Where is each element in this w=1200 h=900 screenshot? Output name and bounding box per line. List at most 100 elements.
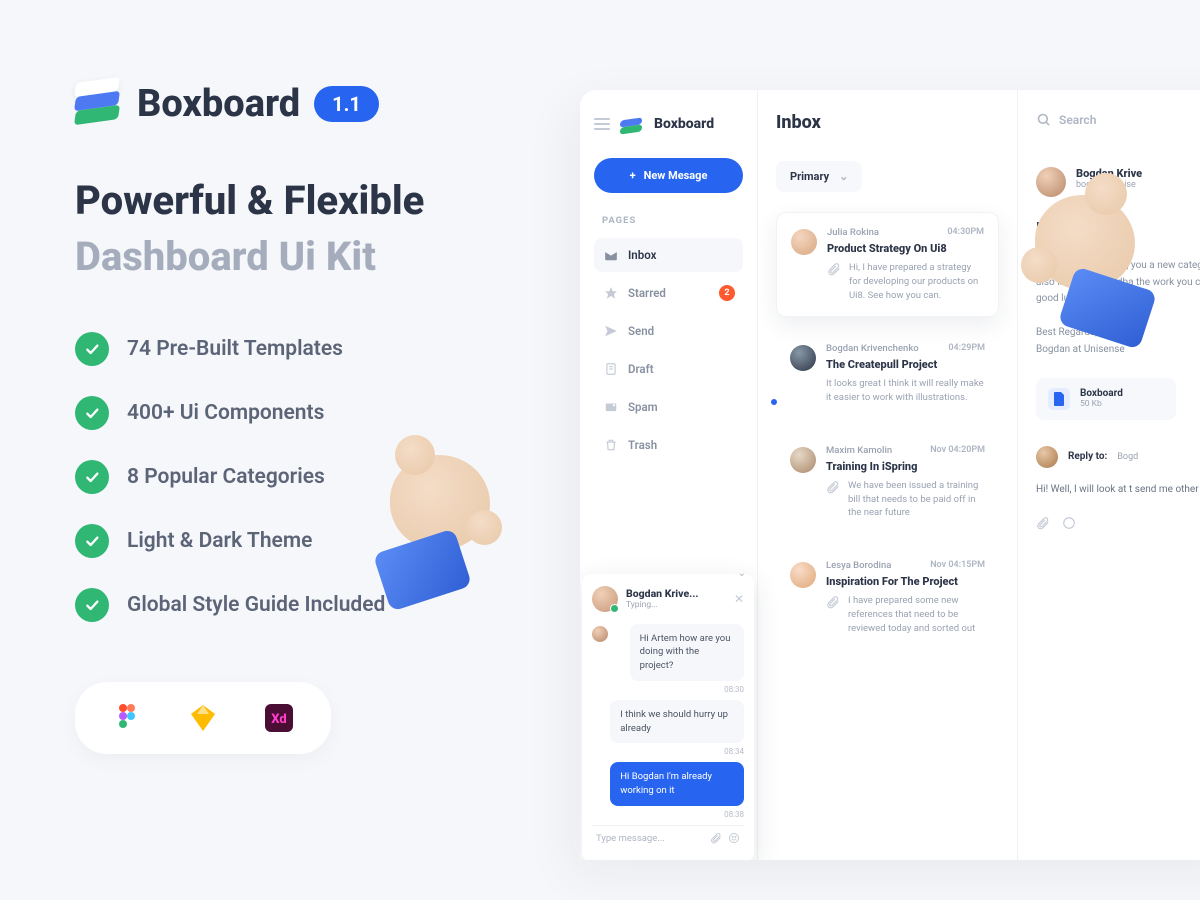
feature-label: 74 Pre-Built Templates xyxy=(127,337,343,361)
feature-item: 74 Pre-Built Templates xyxy=(75,332,555,366)
sidebar-item-spam[interactable]: Spam xyxy=(594,390,743,424)
feature-label: 400+ Ui Components xyxy=(127,401,324,425)
sketch-icon xyxy=(189,704,217,732)
chat-time: 08:38 xyxy=(592,810,744,819)
mail-time: 04:29PM xyxy=(948,343,985,354)
feature-item: 400+ Ui Components xyxy=(75,396,555,430)
svg-text:Xd: Xd xyxy=(271,712,286,727)
avatar xyxy=(791,229,817,255)
headline: Powerful & Flexible xyxy=(75,176,555,226)
mail-list: Inbox Primary ⌄ Julia Rokina 04:30PM Pro… xyxy=(758,90,1018,860)
avatar xyxy=(1036,446,1058,468)
mail-sender: Julia Rokina xyxy=(827,227,879,238)
reply-to: Bogd xyxy=(1117,452,1138,462)
mail-preview: It looks great I think it will really ma… xyxy=(826,377,985,405)
mail-preview: We have been issued a training bill that… xyxy=(848,479,985,520)
chat-input[interactable]: Type message... xyxy=(592,825,744,850)
attachment-size: 50 Kb xyxy=(1080,399,1123,409)
chevron-down-icon[interactable]: ⌄ xyxy=(738,568,746,579)
avatar xyxy=(790,447,816,473)
inbox-title: Inbox xyxy=(776,112,821,133)
sidebar-brand: Boxboard xyxy=(654,116,714,132)
brand-name: Boxboard xyxy=(137,82,300,126)
plus-icon: + xyxy=(630,169,636,182)
trash-icon xyxy=(604,438,618,452)
feature-label: Light & Dark Theme xyxy=(127,529,312,553)
mail-time: Nov 04:15PM xyxy=(930,560,985,571)
feature-label: Global Style Guide Included xyxy=(127,593,385,617)
mail-card[interactable]: Bogdan Krivenchenko 04:29PM The Createpu… xyxy=(776,329,999,419)
search-input[interactable]: Search xyxy=(1036,112,1200,127)
brand-row: Boxboard 1.1 xyxy=(75,80,555,128)
avatar xyxy=(790,562,816,588)
feature-list: 74 Pre-Built Templates 400+ Ui Component… xyxy=(75,332,555,622)
chat-popup: ⌄ Bogdan Krive... Typing... ✕ Hi Artem h… xyxy=(582,574,754,860)
sidebar-item-inbox[interactable]: Inbox xyxy=(594,238,743,272)
emoji-icon[interactable] xyxy=(728,832,740,844)
hamburger-icon[interactable] xyxy=(594,118,610,130)
mail-card[interactable]: Julia Rokina 04:30PM Product Strategy On… xyxy=(776,212,999,317)
tools-pill: Xd xyxy=(75,682,331,754)
reply-body[interactable]: Hi! Well, I will look at t send me other… xyxy=(1036,482,1200,499)
close-icon[interactable]: ✕ xyxy=(734,592,744,606)
spam-icon xyxy=(604,400,618,414)
emoji-icon[interactable] xyxy=(1062,516,1076,530)
typing-status: Typing... xyxy=(626,600,698,610)
attachment-icon[interactable] xyxy=(1036,516,1050,530)
mail-time: 04:30PM xyxy=(947,227,984,238)
reply-label: Reply to: xyxy=(1068,451,1107,462)
mail-sender: Bogdan Krivenchenko xyxy=(826,343,919,354)
mail-subject: Product Strategy On Ui8 xyxy=(827,242,984,255)
chat-bubble: I think we should hurry up already xyxy=(610,700,744,744)
mail-card[interactable]: Lesya Borodina Nov 04:15PM Inspiration F… xyxy=(776,546,999,649)
sidebar-item-label: Inbox xyxy=(628,248,656,262)
feature-item: Global Style Guide Included xyxy=(75,588,555,622)
avatar xyxy=(790,345,816,371)
dashboard-preview: Boxboard + New Mesage PAGES Inbox Starre… xyxy=(580,90,1200,860)
folder-dropdown[interactable]: Primary ⌄ xyxy=(776,161,862,192)
draft-icon xyxy=(604,362,618,376)
version-badge: 1.1 xyxy=(314,86,379,122)
sidebar-item-label: Draft xyxy=(628,362,654,376)
mail-sender: Maxim Kamolin xyxy=(826,445,892,456)
mail-card[interactable]: Maxim Kamolin Nov 04:20PM Training In iS… xyxy=(776,431,999,534)
check-icon xyxy=(75,332,109,366)
sidebar-item-starred[interactable]: Starred 2 xyxy=(594,276,743,310)
feature-item: 8 Popular Categories xyxy=(75,460,555,494)
sidebar-item-label: Trash xyxy=(628,438,657,452)
unread-dot xyxy=(771,399,777,405)
search-placeholder: Search xyxy=(1059,113,1096,127)
mail-detail: Search Bogdan Krive bogdan@unise Da As y… xyxy=(1018,90,1200,860)
sidebar-item-draft[interactable]: Draft xyxy=(594,352,743,386)
detail-subject: Da xyxy=(1036,219,1200,240)
mail-subject: The Createpull Project xyxy=(826,358,985,371)
unread-badge: 2 xyxy=(719,285,735,301)
mail-preview: Hi, I have prepared a strategy for devel… xyxy=(849,261,984,302)
mail-preview: I have prepared some new references that… xyxy=(848,594,985,635)
reply-header: Reply to: Bogd xyxy=(1036,446,1200,468)
attachment-icon xyxy=(826,480,840,494)
star-icon xyxy=(604,286,618,300)
detail-email: bogdan@unise xyxy=(1076,180,1142,190)
mail-subject: Training In iSpring xyxy=(826,460,985,473)
feature-label: 8 Popular Categories xyxy=(127,465,325,489)
chat-input-placeholder: Type message... xyxy=(596,833,704,844)
sidebar-item-label: Starred xyxy=(628,286,666,300)
attachment-name: Boxboard xyxy=(1080,388,1123,399)
attachment-icon[interactable] xyxy=(710,832,722,844)
mail-subject: Inspiration For The Project xyxy=(826,575,985,588)
attachment-box[interactable]: Boxboard 50 Kb xyxy=(1036,378,1176,420)
new-message-label: New Mesage xyxy=(644,169,708,182)
avatar xyxy=(592,586,618,612)
new-message-button[interactable]: + New Mesage xyxy=(594,158,743,193)
chat-time: 08:34 xyxy=(592,747,744,756)
signoff-line: Best Regards, xyxy=(1036,324,1200,341)
sidebar-item-trash[interactable]: Trash xyxy=(594,428,743,462)
avatar xyxy=(1036,167,1066,197)
chat-bubble: Hi Bogdan I'm already working on it xyxy=(610,762,744,806)
chat-time: 08:30 xyxy=(592,685,744,694)
subheadline: Dashboard Ui Kit xyxy=(75,232,555,282)
logo-icon xyxy=(75,80,123,128)
signoff-line: Bogdan at Unisense xyxy=(1036,341,1200,358)
sidebar-item-send[interactable]: Send xyxy=(594,314,743,348)
